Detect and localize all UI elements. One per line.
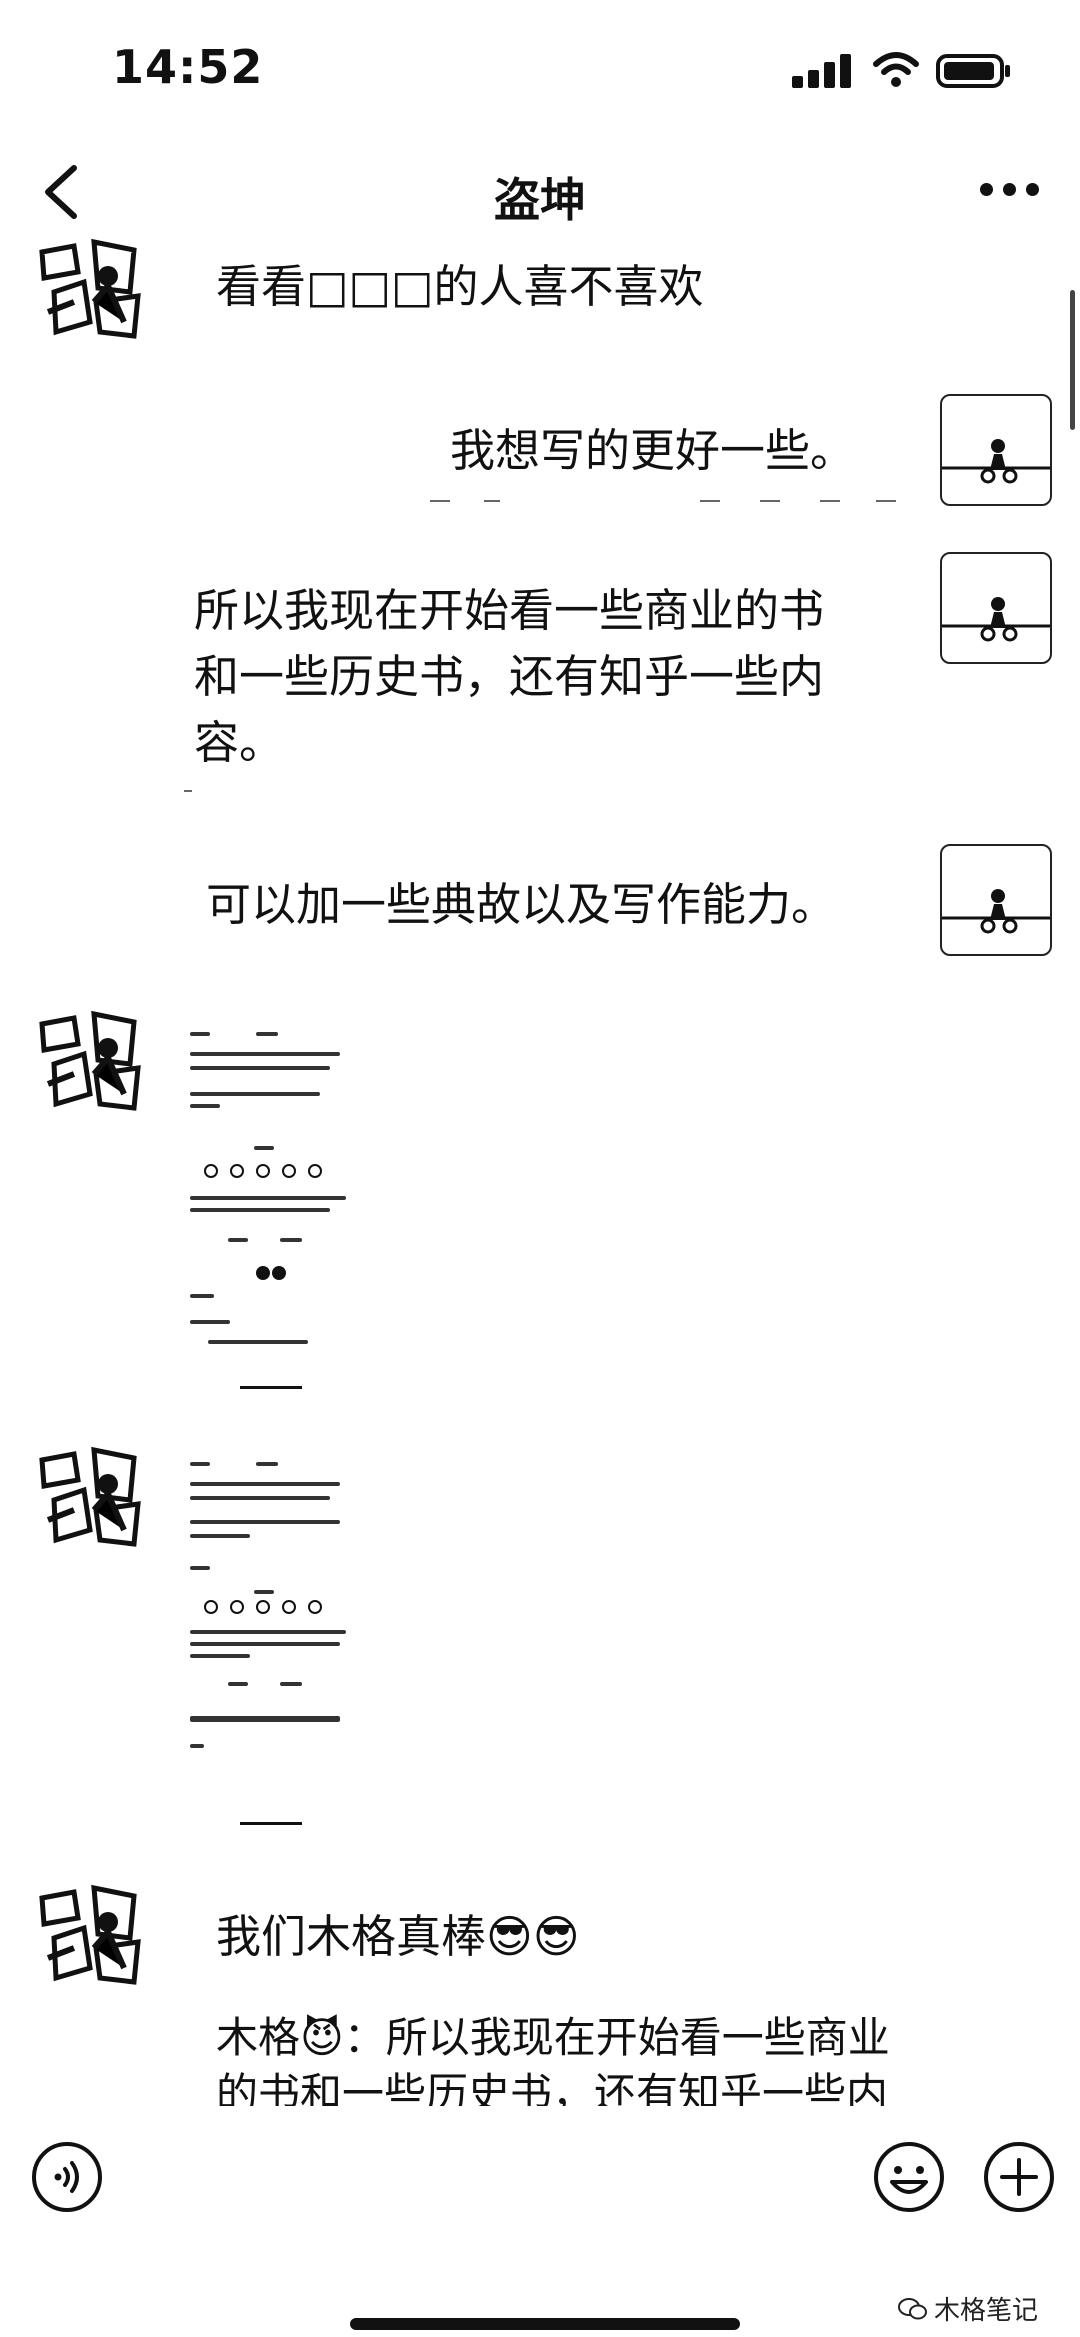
message-text: 看看□□□的人喜不喜欢	[216, 260, 704, 313]
scrollbar[interactable]	[1070, 290, 1075, 430]
signal-icon	[792, 54, 856, 88]
watermark: 木格笔记	[898, 2290, 1038, 2327]
chat-title: 盗坤	[494, 173, 586, 227]
voice-icon[interactable]	[30, 2140, 104, 2214]
status-time: 14:52	[112, 40, 264, 94]
contact-avatar[interactable]	[34, 1004, 146, 1116]
contact-avatar[interactable]	[34, 1878, 146, 1990]
image-message[interactable]	[184, 1440, 354, 1830]
message-text: 我们木格真棒😎😎	[216, 1910, 580, 1963]
battery-icon	[936, 54, 1010, 88]
my-avatar[interactable]	[940, 394, 1052, 506]
contact-avatar[interactable]	[34, 1440, 146, 1552]
home-indicator[interactable]	[350, 2318, 740, 2330]
contact-avatar[interactable]	[34, 232, 146, 344]
plus-icon[interactable]	[982, 2140, 1056, 2214]
watermark-text: 木格笔记	[934, 2296, 1039, 2326]
message-text: 所以我现在开始看一些商业的书 和一些历史书，还有知乎一些内 容。	[194, 584, 825, 769]
wifi-icon	[873, 52, 919, 87]
message-text: 我想写的更好一些。	[450, 424, 856, 477]
wechat-icon	[898, 2297, 927, 2319]
my-avatar[interactable]	[940, 552, 1052, 664]
message-text: 可以加一些典故以及写作能力。	[206, 878, 837, 931]
more-icon[interactable]	[980, 183, 1040, 199]
emoji-icon[interactable]	[872, 2140, 946, 2214]
my-avatar[interactable]	[940, 844, 1052, 956]
image-message[interactable]	[184, 1004, 354, 1394]
quoted-reply[interactable]: 木格😈：所以我现在开始看一些商业 的书和一些历史书，还有知乎一些内	[216, 2010, 896, 2106]
